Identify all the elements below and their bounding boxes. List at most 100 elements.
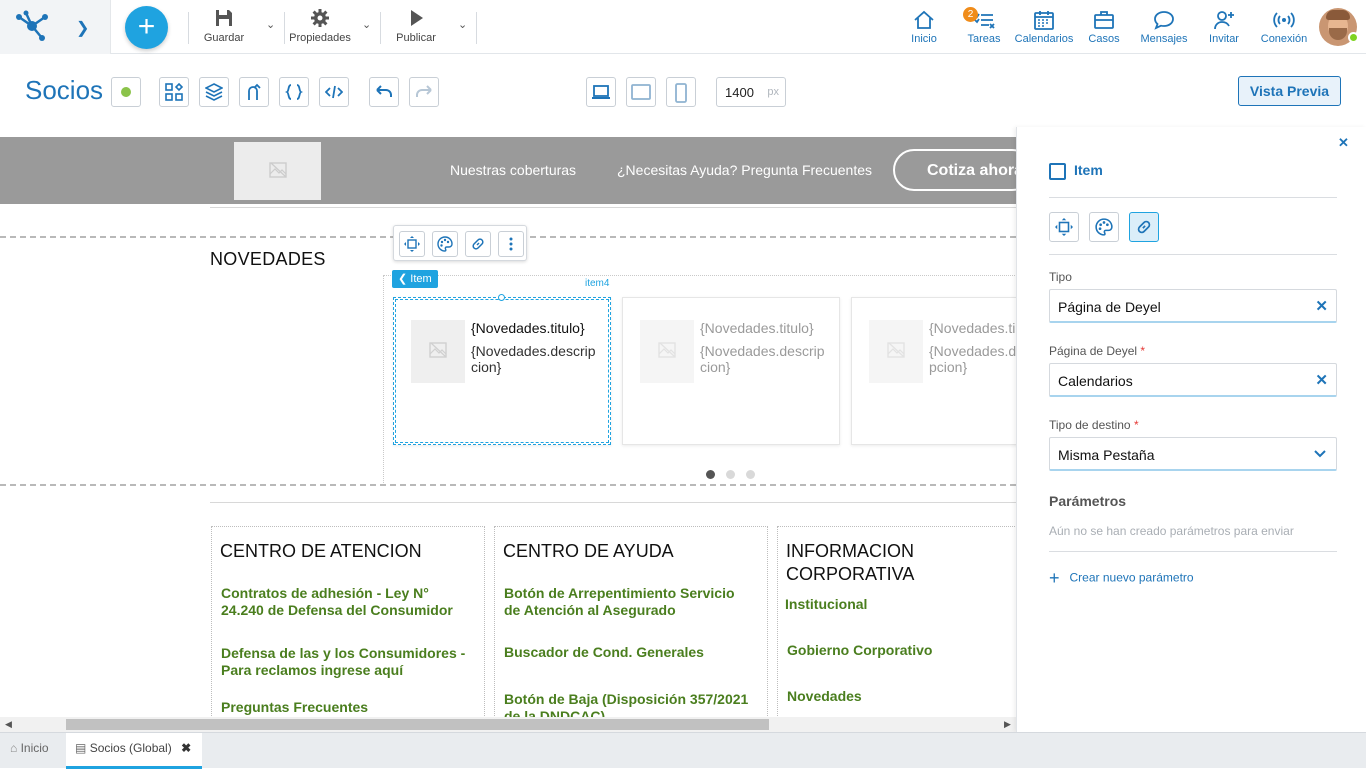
tipo-field[interactable]: Página de Deyel ✕ [1049,289,1337,323]
layers-button[interactable] [199,77,229,107]
footer-link[interactable]: Novedades [787,688,862,705]
publish-button[interactable]: Publicar [395,8,437,44]
carousel-dot[interactable] [726,470,735,479]
width-unit: px [767,86,779,98]
variables-button[interactable] [279,77,309,107]
element-id-label: item4 [585,278,610,289]
carousel-card[interactable]: {Novedades.ti {Novedades.d pcion} [851,297,1016,445]
style-button[interactable] [432,231,458,257]
avatar-hair [1326,10,1350,20]
site-nav-ayuda[interactable]: ¿Necesitas Ayuda? Pregunta Frecuentes [617,162,872,178]
redo-button[interactable] [409,77,439,107]
site-logo-placeholder[interactable] [234,142,321,200]
footer-link[interactable]: Institucional [785,596,867,613]
footer-link[interactable]: Botón de Arrepentimiento Servicio de Ate… [504,585,744,619]
properties-panel: ✕ Item Tipo Página de Deyel ✕ Página de … [1016,127,1366,732]
components-button[interactable] [159,77,189,107]
undo-button[interactable] [369,77,399,107]
carousel-dot[interactable] [706,470,715,479]
footer-column-atencion[interactable]: CENTRO DE ATENCION Contratos de adhesión… [211,526,485,717]
create-param-button[interactable]: + Crear nuevo parámetro [1049,568,1194,589]
tasks-count-badge: 2 [963,7,978,22]
chevron-down-icon[interactable] [1313,447,1327,461]
properties-dropdown-chevron-icon[interactable]: ⌄ [362,18,371,31]
tipo-label: Tipo [1049,270,1072,284]
footer-link[interactable]: Contratos de adhesión - Ley N° 24.240 de… [221,585,471,619]
close-tab-icon[interactable]: ✖ [181,741,191,755]
scroll-right-icon[interactable]: ▶ [1004,719,1011,730]
publish-dropdown-chevron-icon[interactable]: ⌄ [458,18,467,31]
mobile-icon [675,83,687,103]
save-dropdown-chevron-icon[interactable]: ⌄ [266,18,275,31]
play-icon [411,10,423,26]
panel-header-label: Item [1074,162,1103,178]
clear-pagina-icon[interactable]: ✕ [1315,371,1328,389]
divider [284,12,285,44]
carousel-card[interactable]: {Novedades.titulo} {Novedades.descripcio… [622,297,840,445]
app-logo-icon[interactable] [14,10,50,42]
item-checkbox[interactable] [1049,163,1066,180]
move-icon [1055,218,1073,236]
site-header[interactable]: Nuestras coberturas ¿Necesitas Ayuda? Pr… [0,137,1016,204]
footer-link[interactable]: Gobierno Corporativo [787,642,932,659]
width-input[interactable]: 1400 px [716,77,786,107]
nav-tareas-label: Tareas [967,33,1001,45]
position-tab-button[interactable] [1049,212,1079,242]
footer-column-ayuda[interactable]: CENTRO DE AYUDA Botón de Arrepentimiento… [494,526,768,717]
move-button[interactable] [399,231,425,257]
image-placeholder-icon [658,342,676,358]
save-button[interactable]: Guardar [203,8,245,44]
mobile-view-button[interactable] [666,77,696,107]
nav-inicio-label: Inicio [911,33,937,45]
site-nav-coberturas[interactable]: Nuestras coberturas [450,162,576,178]
close-panel-icon[interactable]: ✕ [1338,135,1349,151]
flows-button[interactable] [239,77,269,107]
footer-link[interactable]: Preguntas Frecuentes [221,699,476,716]
home-icon: ⌂ [10,741,18,755]
image-placeholder-icon [268,162,287,178]
tab-inicio[interactable]: ⌂ Inicio [0,733,64,769]
clear-tipo-icon[interactable]: ✕ [1315,297,1328,315]
footer-link[interactable]: Botón de Baja (Disposición 357/2021 de l… [504,691,759,717]
move-icon [404,236,420,252]
nav-conexion[interactable]: Conexión [1249,9,1319,45]
tab-socios[interactable]: ▤ Socios (Global) ✖ [66,733,202,769]
carousel-card[interactable]: {Novedades.titulo} {Novedades.descripcio… [393,294,611,445]
carousel-dot[interactable] [746,470,755,479]
card-image-placeholder [869,320,923,383]
horizontal-scrollbar[interactable]: ◀ ▶ [0,717,1016,732]
footer-column-corporativa[interactable]: INFORMACION CORPORATIVA Institucional Go… [777,526,1016,717]
destino-select[interactable]: Misma Pestaña [1049,437,1337,471]
status-button[interactable] [111,77,141,107]
footer-column-title: CENTRO DE ATENCION [220,541,422,561]
link-tab-button[interactable] [1129,212,1159,242]
scrollbar-thumb[interactable] [66,719,769,730]
scroll-left-icon[interactable]: ◀ [5,719,12,730]
home-icon [914,10,934,29]
more-options-button[interactable] [498,231,524,257]
pagina-label: Página de Deyel * [1049,344,1145,358]
resize-handle[interactable] [498,294,505,301]
create-new-button[interactable]: + [125,6,168,49]
cta-button[interactable]: Cotiza ahora [893,149,1016,191]
element-toolbar [393,225,527,261]
footer-link[interactable]: Defensa de las y los Consumidores - Para… [221,645,476,679]
publish-label: Publicar [396,32,436,44]
footer-link[interactable]: Buscador de Cond. Generales [504,644,759,661]
desktop-view-button[interactable] [586,77,616,107]
properties-button[interactable]: Propiedades [288,8,352,44]
online-status-dot [1348,32,1359,43]
link-button[interactable] [465,231,491,257]
tab-socios-label: Socios (Global) [89,741,172,755]
code-button[interactable] [319,77,349,107]
nav-calendarios-label: Calendarios [1014,33,1074,45]
selected-element-tag[interactable]: ❮ Item [392,270,438,288]
palette-icon [437,236,453,252]
preview-button[interactable]: Vista Previa [1238,76,1341,106]
expand-menu-icon[interactable]: ❯ [76,18,89,38]
tablet-view-button[interactable] [626,77,656,107]
briefcase-icon [1094,11,1114,29]
pagina-field[interactable]: Calendarios ✕ [1049,363,1337,397]
nav-casos-label: Casos [1088,33,1120,45]
style-tab-button[interactable] [1089,212,1119,242]
